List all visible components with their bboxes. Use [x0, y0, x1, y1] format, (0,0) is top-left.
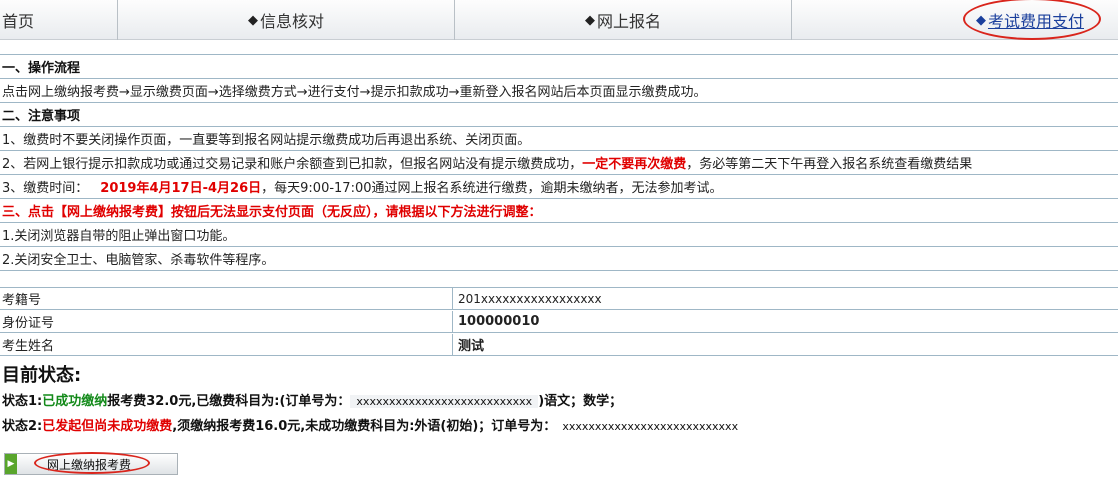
- diamond-icon: ◆: [247, 12, 258, 28]
- status-line-2: 状态2:已发起但尚未成功缴费,须缴纳报考费16.0元,未成功缴费科目为:外语(初…: [2, 415, 744, 434]
- nav-online-register-label: 网上报名: [596, 12, 661, 31]
- status1-subjects: )语文；数学；: [538, 394, 623, 409]
- arrow-right-icon: ▶: [5, 454, 17, 474]
- section2-item3-pre: 3、缴费时间：: [2, 181, 89, 196]
- section2-item2: 2、若网上银行提示扣款成功或通过交易记录和账户余额查到已扣款，但报名网站没有提示…: [0, 151, 1118, 175]
- idcard-value: 100000010: [458, 314, 540, 329]
- section2-title-text: 二、注意事项: [2, 109, 81, 124]
- nav-exam-fee-payment[interactable]: ◆ 考试费用支付: [792, 0, 1118, 40]
- section3-item1: 1.关闭浏览器自带的阻止弹出窗口功能。: [0, 223, 1118, 247]
- nav-info-verify[interactable]: ◆ 信息核对: [118, 0, 455, 40]
- status-line-1: 状态1:已成功缴纳报考费32.0元,已缴费科目为:(订单号为： xxxxxxxxx…: [2, 390, 622, 409]
- section2-item1: 1、缴费时不要关闭操作页面，一直要等到报名网站提示缴费成功后再退出系统、关闭页面…: [0, 127, 1118, 151]
- section1-title-text: 一、操作流程: [2, 61, 81, 76]
- candidate-name-value: 测试: [458, 339, 485, 354]
- section2-item3-post: ，每天9:00-17:00通过网上报名系统进行缴费，逾期未缴纳者，无法参加考试。: [261, 181, 723, 196]
- status2-state: 已发起但尚未成功缴费: [42, 419, 173, 434]
- section2-item1-text: 1、缴费时不要关闭操作页面，一直要等到报名网站提示缴费成功后再退出系统、关闭页面…: [2, 133, 531, 148]
- online-pay-fee-label: 网上缴纳报考费: [47, 457, 132, 472]
- section1-text-content: 点击网上缴纳报考费→显示缴费页面→选择缴费方式→进行支付→提示扣款成功→重新登入…: [2, 85, 707, 100]
- nav-home-label: 首页: [2, 12, 35, 31]
- status1-order-number: xxxxxxxxxxxxxxxxxxxxxxxxxxx: [350, 395, 539, 408]
- section1-title: 一、操作流程: [0, 55, 1118, 79]
- status-title: 目前状态:: [2, 365, 82, 386]
- nav-online-register[interactable]: ◆ 网上报名: [455, 0, 792, 40]
- status2-order-number: xxxxxxxxxxxxxxxxxxxxxxxxxxx: [562, 420, 739, 433]
- section3-title-text: 三、点击【网上缴纳报考费】按钮后无法显示支付页面（无反应），请根据以下方法进行调…: [2, 205, 542, 220]
- status1-state: 已成功缴纳: [42, 394, 108, 409]
- section3-item2-text: 2.关闭安全卫士、电脑管家、杀毒软件等程序。: [2, 253, 275, 268]
- section2-item2-warning: 一定不要再次缴费: [582, 157, 687, 172]
- online-pay-fee-button[interactable]: ▶ 网上缴纳报考费: [4, 453, 178, 475]
- section1-text: 点击网上缴纳报考费→显示缴费页面→选择缴费方式→进行支付→提示扣款成功→重新登入…: [0, 79, 1118, 103]
- exam-id-label: 考籍号: [0, 288, 453, 309]
- diamond-icon: ◆: [584, 12, 595, 28]
- section2-item2-pre: 2、若网上银行提示扣款成功或通过交易记录和账户余额查到已扣款，但报名网站没有提示…: [2, 157, 583, 172]
- status2-text: ,须缴纳报考费16.0元,未成功缴费科目为:外语(初始)；订单号为：: [172, 419, 557, 434]
- exam-id-value: 201xxxxxxxxxxxxxxxxx: [458, 291, 602, 306]
- section2-title: 二、注意事项: [0, 103, 1118, 127]
- candidate-name-label: 考生姓名: [0, 334, 453, 355]
- section3-item2: 2.关闭安全卫士、电脑管家、杀毒软件等程序。: [0, 247, 1118, 271]
- nav-info-verify-label: 信息核对: [259, 12, 324, 31]
- section3-item1-text: 1.关闭浏览器自带的阻止弹出窗口功能。: [2, 229, 236, 244]
- section2-item3-dates: 2019年4月17日-4月26日: [100, 181, 262, 196]
- status2-label: 状态2:: [2, 419, 43, 434]
- nav-exam-fee-payment-label: 考试费用支付: [987, 12, 1084, 31]
- idcard-label: 身份证号: [0, 311, 453, 332]
- top-nav: 首页 ◆ 信息核对 ◆ 网上报名 ◆ 考试费用支付: [0, 0, 1118, 40]
- section2-item3: 3、缴费时间： 2019年4月17日-4月26日 ，每天9:00-17:00通过网上…: [0, 175, 1118, 199]
- nav-home[interactable]: 首页: [0, 0, 118, 40]
- status1-text: 报考费32.0元,已缴费科目为:(订单号为：: [107, 394, 351, 409]
- section3-title: 三、点击【网上缴纳报考费】按钮后无法显示支付页面（无反应），请根据以下方法进行调…: [0, 199, 1118, 223]
- table-row: 身份证号 100000010: [0, 311, 1118, 333]
- table-row: 考生姓名 测试: [0, 334, 1118, 356]
- status1-label: 状态1:: [2, 394, 43, 409]
- section2-item2-post: ，务必等第二天下午再登入报名系统查看缴费结果: [686, 157, 973, 172]
- diamond-icon: ◆: [975, 12, 986, 28]
- table-row: 考籍号 201xxxxxxxxxxxxxxxxx: [0, 288, 1118, 310]
